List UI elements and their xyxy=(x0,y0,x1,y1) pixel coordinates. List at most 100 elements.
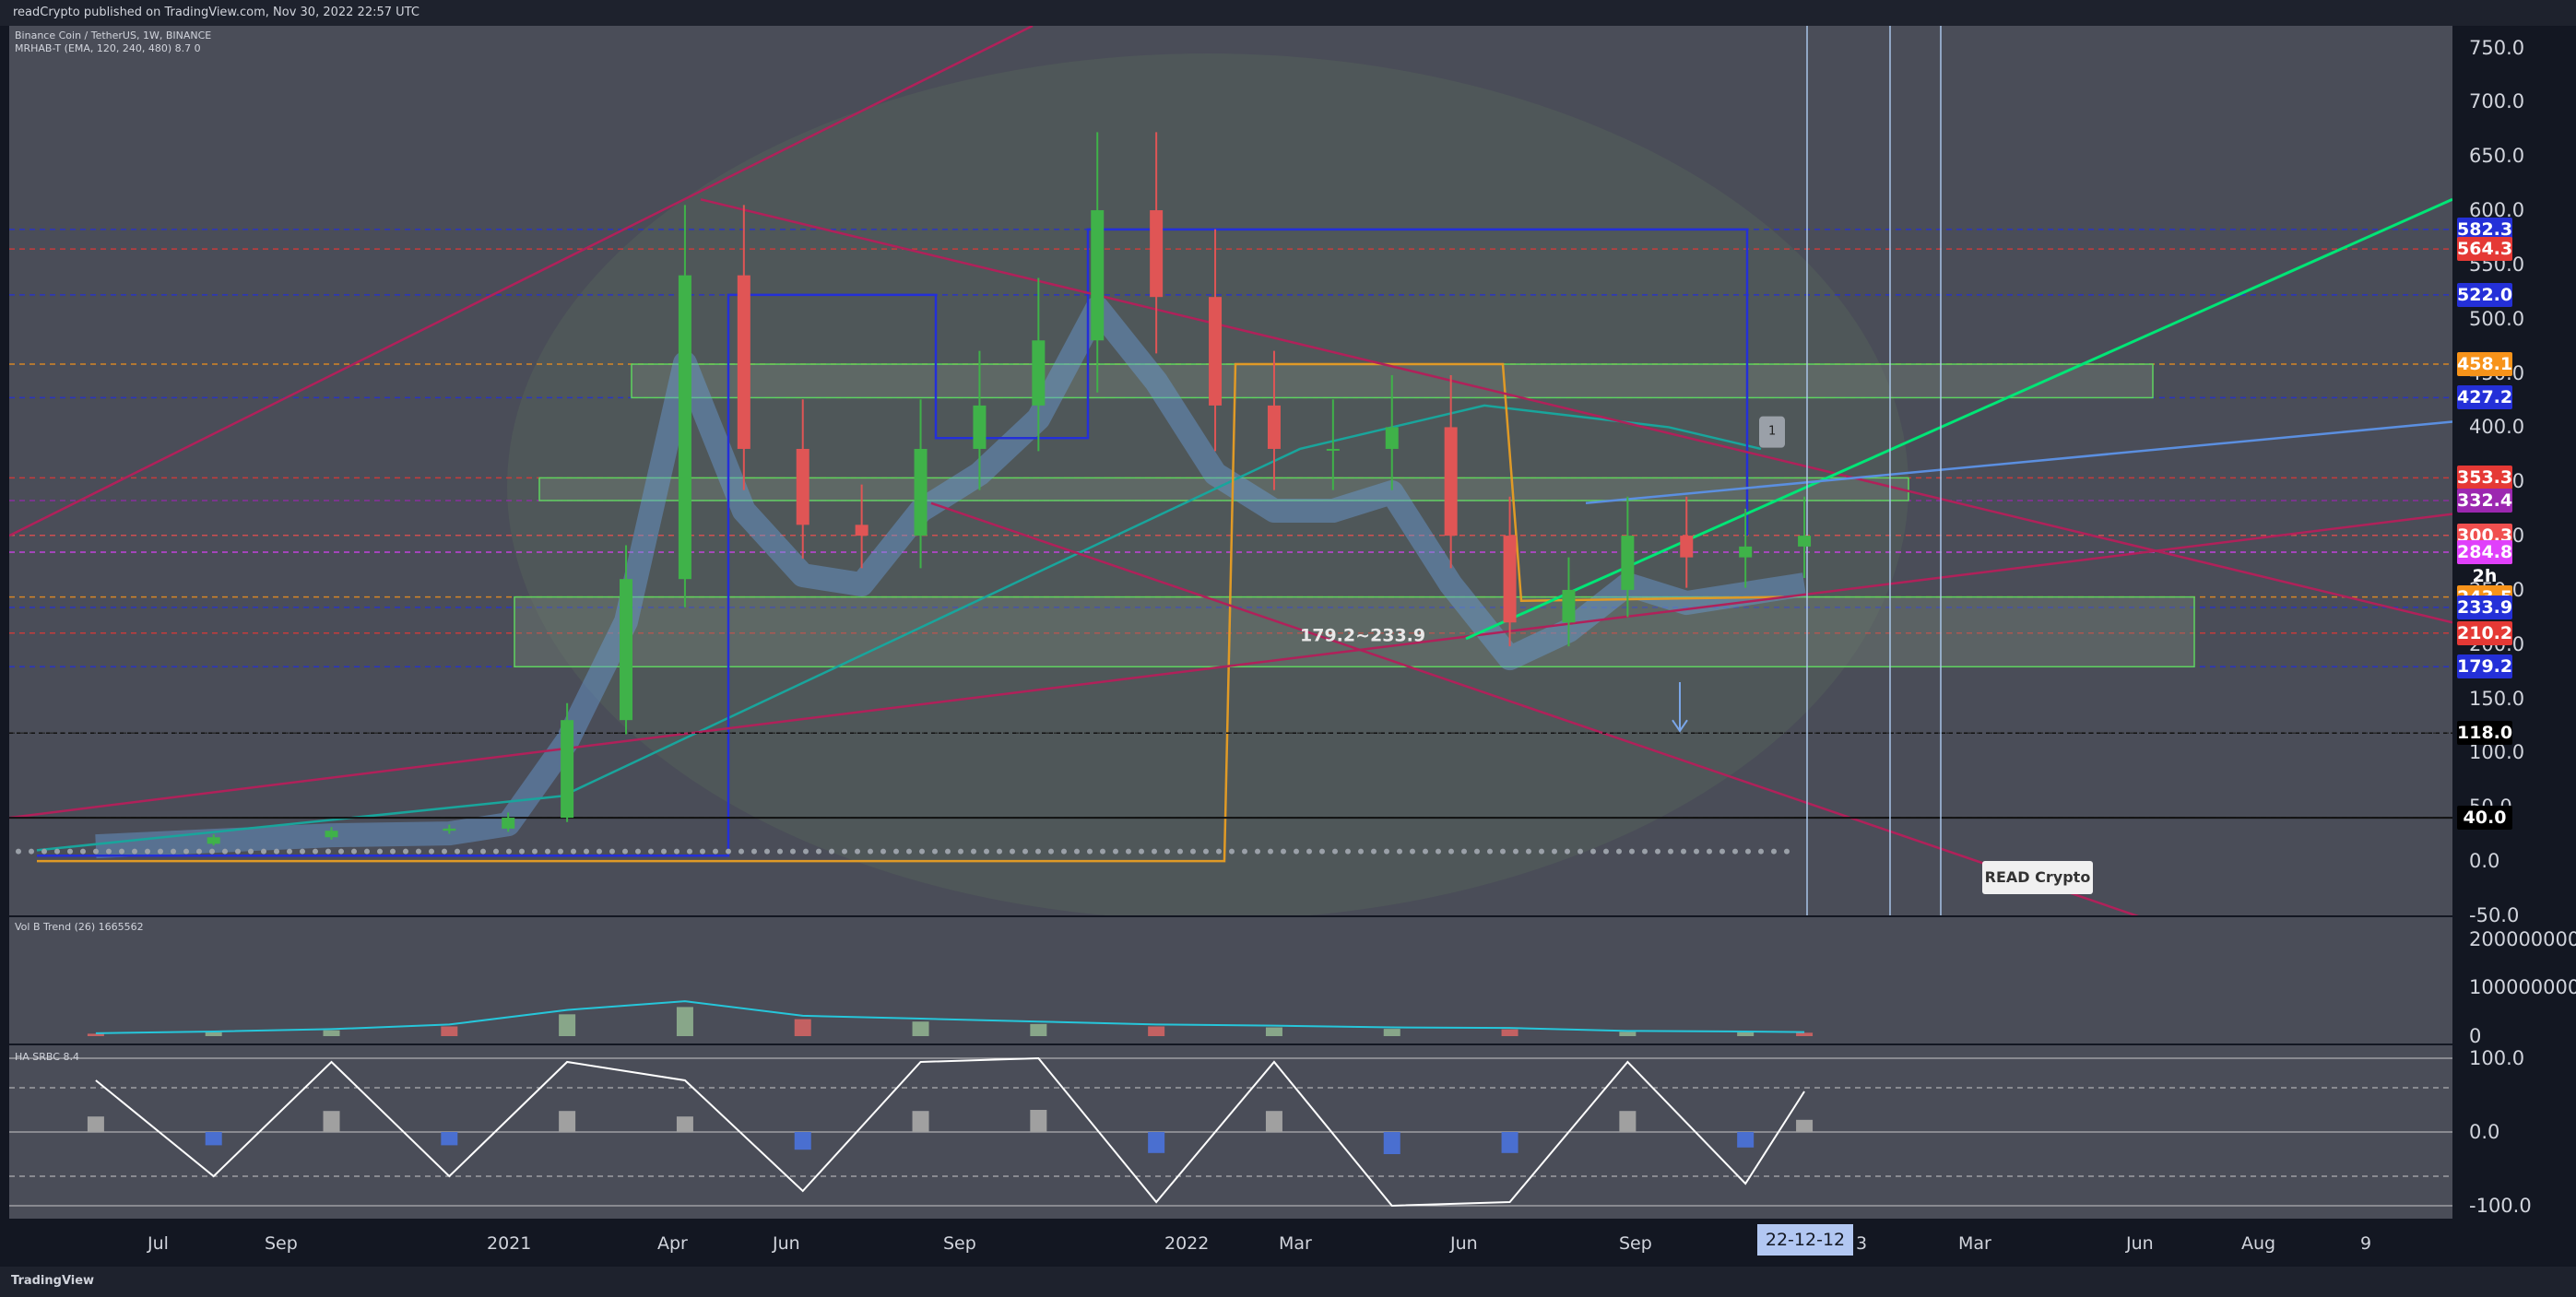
dot-marker xyxy=(80,848,86,855)
price-pane[interactable]: 179.2~233.9 1 Binance Coin / TetherUS, 1W… xyxy=(9,26,2452,915)
dot-marker xyxy=(158,848,163,855)
time-axis-label: Sep xyxy=(265,1233,298,1254)
time-axis-label: Apr xyxy=(657,1233,688,1254)
dot-marker xyxy=(906,848,912,855)
dot-marker xyxy=(287,848,292,855)
price-level-tag: 458.1 xyxy=(2457,352,2513,377)
candle-body xyxy=(207,837,220,844)
oscillator-histogram-bar xyxy=(559,1111,576,1132)
dot-marker xyxy=(1242,848,1247,855)
volume-bar xyxy=(559,1014,576,1036)
dot-marker xyxy=(106,848,112,855)
dot-marker xyxy=(751,848,757,855)
dot-marker xyxy=(622,848,628,855)
dot-marker xyxy=(532,848,538,855)
candle-body xyxy=(1503,536,1517,623)
volume-pane[interactable]: Vol B Trend (26) 1665562 xyxy=(9,917,2452,1043)
volume-chart[interactable] xyxy=(9,917,2452,1043)
volume-bar xyxy=(1796,1032,1814,1036)
dot-marker xyxy=(1152,848,1157,855)
oscillator-tick-label: 100.0 xyxy=(2469,1047,2525,1069)
dot-marker xyxy=(235,848,241,855)
dot-marker xyxy=(519,848,525,855)
dot-marker xyxy=(545,848,550,855)
indicator-legend: MRHAB-T (EMA, 120, 240, 480) 8.7 0 xyxy=(15,42,201,54)
price-tick-label: 500.0 xyxy=(2469,307,2525,330)
dot-marker xyxy=(493,848,499,855)
candle-body xyxy=(1032,340,1046,406)
dot-marker xyxy=(855,848,860,855)
dot-marker xyxy=(1113,848,1118,855)
oscillator-histogram-bar xyxy=(1619,1111,1637,1132)
dot-marker xyxy=(1126,848,1131,855)
time-axis-label: 9 xyxy=(2360,1233,2372,1254)
oscillator-histogram-bar xyxy=(1501,1132,1518,1153)
dot-marker xyxy=(687,848,692,855)
dot-marker xyxy=(1100,848,1105,855)
dot-marker xyxy=(1771,848,1777,855)
dot-marker xyxy=(1668,848,1673,855)
dot-marker xyxy=(1732,848,1738,855)
dot-marker xyxy=(1022,848,1028,855)
dot-marker xyxy=(261,848,266,855)
candle-body xyxy=(1385,427,1399,449)
oscillator-chart[interactable] xyxy=(9,1045,2452,1219)
dot-marker xyxy=(829,848,834,855)
price-chart[interactable]: 179.2~233.9 1 xyxy=(9,26,2452,915)
dot-marker xyxy=(1590,848,1596,855)
candle-body xyxy=(914,448,928,536)
volume-bar xyxy=(323,1030,340,1036)
dot-marker xyxy=(1436,848,1441,855)
candle-body xyxy=(796,448,809,525)
dot-marker xyxy=(364,848,370,855)
candle-body xyxy=(1267,405,1281,449)
dot-marker xyxy=(1203,848,1209,855)
dot-marker xyxy=(1384,848,1389,855)
dot-marker xyxy=(1719,848,1725,855)
dot-marker xyxy=(1448,848,1454,855)
dot-marker xyxy=(984,848,989,855)
oscillator-histogram-bar xyxy=(1737,1132,1755,1148)
readcrypto-watermark: READ Crypto xyxy=(1982,861,2093,894)
volume-tick-label: 0 xyxy=(2469,1025,2482,1047)
dot-marker xyxy=(868,848,873,855)
volume-bar xyxy=(912,1021,929,1036)
dot-marker xyxy=(1603,848,1609,855)
oscillator-tick-label: 0.0 xyxy=(2469,1121,2500,1143)
candle-body xyxy=(1621,536,1635,590)
dot-marker xyxy=(429,848,434,855)
dot-marker xyxy=(1074,848,1080,855)
dot-marker xyxy=(1539,848,1544,855)
candle-body xyxy=(1798,536,1812,547)
dot-marker xyxy=(1371,848,1377,855)
dot-marker xyxy=(932,848,938,855)
oscillator-histogram-bar xyxy=(1265,1111,1282,1132)
dot-marker xyxy=(467,848,473,855)
publish-info: readCrypto published on TradingView.com,… xyxy=(13,6,419,19)
dot-marker xyxy=(1578,848,1583,855)
dot-marker xyxy=(1255,848,1260,855)
oscillator-pane[interactable]: HA SRBC 8.4 xyxy=(9,1045,2452,1219)
dot-marker xyxy=(119,848,124,855)
dot-marker xyxy=(1552,848,1557,855)
dot-marker xyxy=(93,848,99,855)
publish-header: readCrypto published on TradingView.com,… xyxy=(0,0,2576,26)
dot-marker xyxy=(506,848,512,855)
oscillator-histogram-bar xyxy=(205,1132,222,1146)
dot-marker xyxy=(558,848,563,855)
dot-marker xyxy=(416,848,421,855)
oscillator-histogram-bar xyxy=(87,1116,104,1132)
oscillator-histogram-bar xyxy=(441,1132,458,1146)
dot-marker xyxy=(29,848,34,855)
dot-marker xyxy=(713,848,718,855)
volume-bar xyxy=(1737,1032,1755,1036)
dot-marker xyxy=(816,848,821,855)
time-axis-label: Mar xyxy=(1279,1233,1312,1254)
price-tick-label: 750.0 xyxy=(2469,36,2525,59)
dot-marker xyxy=(958,848,963,855)
price-level-tag: 332.4 xyxy=(2457,488,2513,513)
volume-bar xyxy=(87,1033,104,1036)
candle-body xyxy=(561,720,574,819)
dot-marker xyxy=(1048,848,1054,855)
oscillator-histogram-bar xyxy=(1030,1110,1047,1132)
